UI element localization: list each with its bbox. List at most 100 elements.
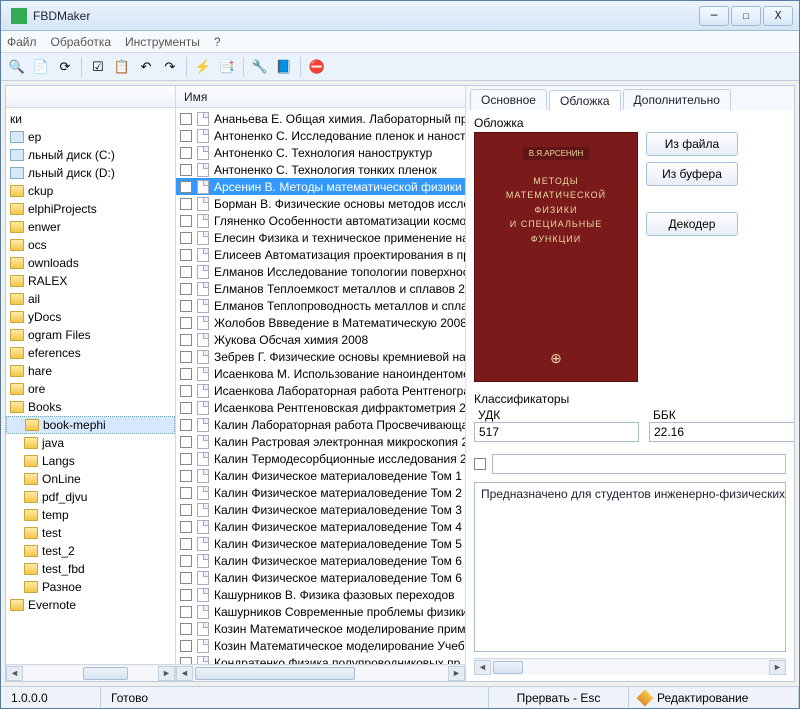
file-row[interactable]: Кондратенко Физика полупроводниковых пр [176,654,465,664]
file-checkbox[interactable] [180,606,192,618]
file-row[interactable]: Кашурников Современные проблемы физики т [176,603,465,620]
file-checkbox[interactable] [180,147,192,159]
file-row[interactable]: Исаенкова М. Использование наноиндентоме [176,365,465,382]
tree-item[interactable]: elphiProjects [6,200,175,218]
tree-item[interactable]: ownloads [6,254,175,272]
file-row[interactable]: Исаенкова Рентгеновская дифрактометрия 2… [176,399,465,416]
status-abort[interactable]: Прервать - Esc [489,687,629,708]
file-checkbox[interactable] [180,555,192,567]
tree-hscrollbar[interactable]: ◄ ► [6,664,175,681]
tree-item[interactable]: yDocs [6,308,175,326]
file-checkbox[interactable] [180,436,192,448]
tree-item[interactable]: eferences [6,344,175,362]
tree-item[interactable]: enwer [6,218,175,236]
file-row[interactable]: Ананьева Е. Общая химия. Лабораторный пр… [176,110,465,127]
file-checkbox[interactable] [180,487,192,499]
tab-cover[interactable]: Обложка [549,90,621,111]
decoder-button[interactable]: Декодер [646,212,738,236]
file-row[interactable]: Исаенкова Лабораторная работа Рентгеногр… [176,382,465,399]
scroll-left-icon[interactable]: ◄ [176,666,193,681]
toolbar-book-icon[interactable]: 📘 [274,57,294,77]
files-hscrollbar[interactable]: ◄ ► [176,664,465,681]
file-row[interactable]: Елесин Физика и техническое применение н… [176,229,465,246]
file-checkbox[interactable] [180,504,192,516]
file-checkbox[interactable] [180,130,192,142]
toolbar-flash-icon[interactable]: ⚡ [193,57,213,77]
menu-processing[interactable]: Обработка [51,35,112,49]
file-row[interactable]: Антоненко С. Исследование пленок и нанос… [176,127,465,144]
toolbar-doc-icon[interactable]: 📄 [31,57,51,77]
desc-hscrollbar[interactable]: ◄ ► [474,658,786,675]
file-checkbox[interactable] [180,402,192,414]
file-checkbox[interactable] [180,453,192,465]
file-row[interactable]: Калин Физическое материаловедение Том 3 … [176,501,465,518]
tree-item[interactable]: ер [6,128,175,146]
file-row[interactable]: Калин Физическое материаловедение Том 1 … [176,467,465,484]
description-box[interactable]: Предназначено для студентов инженерно-фи… [474,482,786,652]
tree-item[interactable]: book-mephi [6,416,175,434]
tree-item[interactable]: test [6,524,175,542]
menu-tools[interactable]: Инструменты [125,35,200,49]
toolbar-settings-icon[interactable]: 🔧 [250,57,270,77]
file-checkbox[interactable] [180,385,192,397]
udk-input[interactable] [474,422,639,442]
close-button[interactable]: X [763,6,793,26]
cover-image[interactable]: В.Я.АРСЕНИН МЕТОДЫМАТЕМАТИЧЕСКОЙФИЗИКИИ … [474,132,638,382]
file-row[interactable]: Елманов Теплоемкост металлов и сплавов 2… [176,280,465,297]
tree-item[interactable]: ail [6,290,175,308]
file-checkbox[interactable] [180,640,192,652]
file-row[interactable]: Елисеев Автоматизация проектирования в п… [176,246,465,263]
file-row[interactable]: Елманов Теплопроводность металлов и спла… [176,297,465,314]
file-row[interactable]: Калин Термодесорбционные исследования 20 [176,450,465,467]
file-checkbox[interactable] [180,113,192,125]
file-row[interactable]: Жукова Обсчая химия 2008 [176,331,465,348]
status-edit[interactable]: Редактирование [629,687,799,708]
file-row[interactable]: Антоненко С. Технология тонких пленок [176,161,465,178]
file-checkbox[interactable] [180,215,192,227]
file-checkbox[interactable] [180,283,192,295]
scroll-right-icon[interactable]: ► [769,660,786,675]
menu-file[interactable]: Файл [7,35,37,49]
extra-text-input[interactable] [492,454,786,474]
scroll-right-icon[interactable]: ► [158,666,175,681]
tree-item[interactable]: ки [6,110,175,128]
toolbar-tabs-icon[interactable]: 📑 [217,57,237,77]
scroll-left-icon[interactable]: ◄ [474,660,491,675]
file-list[interactable]: Ананьева Е. Общая химия. Лабораторный пр… [176,108,465,664]
file-row[interactable]: Борман В. Физические основы методов иссл… [176,195,465,212]
file-row[interactable]: Калин Физическое материаловедение Том 6 … [176,569,465,586]
from-file-button[interactable]: Из файла [646,132,738,156]
file-checkbox[interactable] [180,317,192,329]
file-checkbox[interactable] [180,351,192,363]
maximize-button[interactable]: ☐ [731,6,761,26]
file-checkbox[interactable] [180,572,192,584]
file-checkbox[interactable] [180,266,192,278]
tree-item[interactable]: Evernote [6,596,175,614]
toolbar-check-icon[interactable]: ☑ [88,57,108,77]
scroll-right-icon[interactable]: ► [448,666,465,681]
tree-item[interactable]: temp [6,506,175,524]
extra-checkbox[interactable] [474,458,486,470]
tree-item[interactable]: ogram Files [6,326,175,344]
file-row[interactable]: Кашурников В. Физика фазовых переходов [176,586,465,603]
tree-item[interactable]: льный диск (D:) [6,164,175,182]
file-row[interactable]: Калин Физическое материаловедение Том 2 … [176,484,465,501]
tree-item[interactable]: RALEX [6,272,175,290]
file-row[interactable]: Жолобов Ввведение в Математическую 2008 [176,314,465,331]
toolbar-copy-icon[interactable]: 📋 [112,57,132,77]
file-checkbox[interactable] [180,521,192,533]
file-row[interactable]: Калин Физическое материаловедение Том 6 … [176,552,465,569]
tree-item[interactable]: test_fbd [6,560,175,578]
tree-item[interactable]: ckup [6,182,175,200]
from-buffer-button[interactable]: Из буфера [646,162,738,186]
tree-item[interactable]: льный диск (C:) [6,146,175,164]
scroll-left-icon[interactable]: ◄ [6,666,23,681]
file-checkbox[interactable] [180,181,192,193]
file-row[interactable]: Арсенин В. Методы математической физики [176,178,465,195]
file-column-header[interactable]: Имя [176,86,465,108]
folder-tree[interactable]: киерльный диск (C:)льный диск (D:)ckupel… [6,108,175,664]
file-row[interactable]: Антоненко С. Технология наноструктур [176,144,465,161]
file-checkbox[interactable] [180,368,192,380]
file-row[interactable]: Гляненко Особенности автоматизации космо… [176,212,465,229]
file-row[interactable]: Калин Физическое материаловедение Том 4 … [176,518,465,535]
